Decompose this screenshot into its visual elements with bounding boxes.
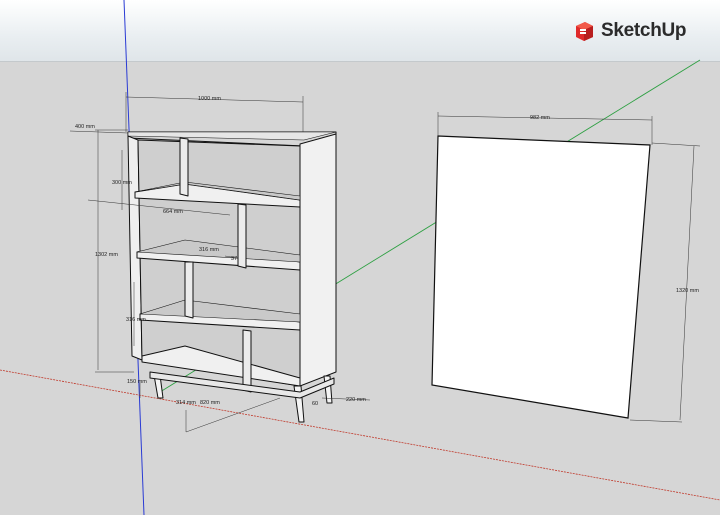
dim-shelf-height: 300 mm: [112, 180, 132, 186]
sketchup-logo: SketchUp: [573, 17, 687, 45]
dim-panel-width: 982 mm: [530, 115, 550, 121]
dim-compartment-small: 37: [231, 256, 237, 262]
bookshelf-model[interactable]: [127, 131, 337, 423]
divider-4: [242, 329, 252, 393]
white-panel: [431, 135, 651, 419]
dim-depth-top: 400 mm: [75, 124, 95, 130]
dim-total-height: 1302 mm: [95, 252, 118, 258]
divider-3: [184, 261, 194, 319]
dim-base-height: 150 mm: [127, 379, 147, 385]
dim-compartment-depth: 316 mm: [199, 247, 219, 253]
dim-shelf-width: 664 mm: [163, 209, 183, 215]
dim-base-side: 314 mm: [176, 400, 196, 406]
scene-canvas[interactable]: 1000 mm 400 mm 300 mm 664 mm 316 mm 37 1…: [0, 0, 720, 515]
dim-leg-depth: 220 mm: [346, 397, 366, 403]
dim-compartment-height: 316 mm: [126, 317, 146, 323]
divider-2: [237, 203, 247, 269]
shelf-right-side: [299, 133, 337, 387]
dim-leg-offset: 60: [312, 401, 318, 407]
modeling-viewport[interactable]: 1000 mm 400 mm 300 mm 664 mm 316 mm 37 1…: [0, 0, 720, 515]
dim-base-width: 820 mm: [200, 400, 220, 406]
panel-model[interactable]: 982 mm 1320 mm: [431, 112, 701, 423]
divider-1: [179, 137, 189, 197]
sketchup-logo-icon: [576, 22, 593, 41]
app-name: SketchUp: [601, 20, 687, 41]
dim-width-top: 1000 mm: [198, 96, 221, 102]
dim-panel-height: 1320 mm: [676, 288, 699, 294]
